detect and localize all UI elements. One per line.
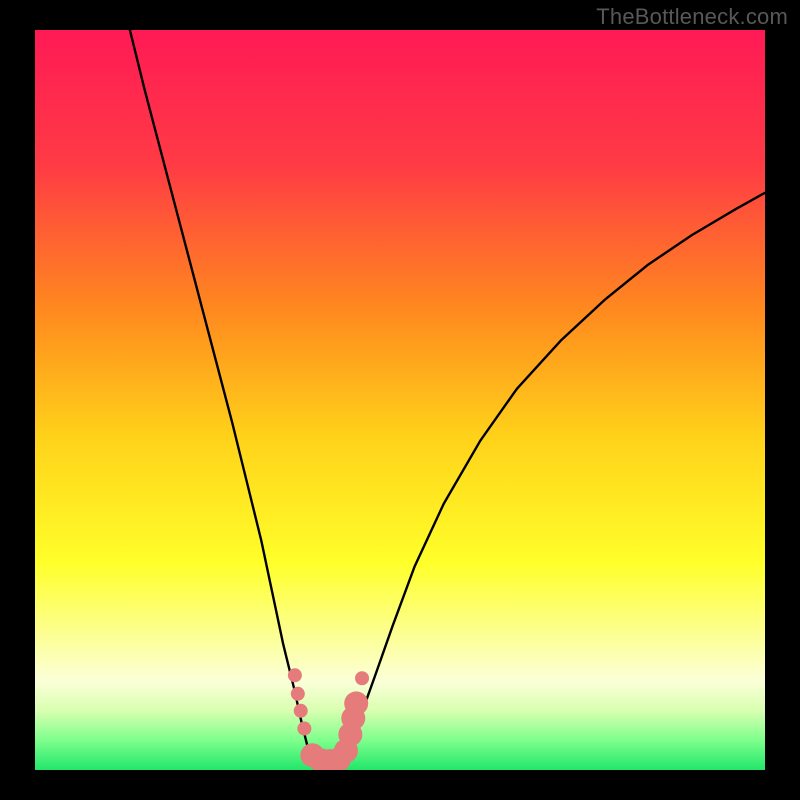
valley-marker <box>288 668 302 682</box>
valley-marker <box>291 687 305 701</box>
valley-marker <box>344 691 368 715</box>
gradient-background <box>35 30 765 770</box>
bottleneck-chart <box>35 30 765 770</box>
valley-marker <box>297 722 311 736</box>
plot-area <box>35 30 765 770</box>
chart-frame: TheBottleneck.com <box>0 0 800 800</box>
watermark-text: TheBottleneck.com <box>596 4 788 30</box>
valley-marker <box>355 671 369 685</box>
valley-marker <box>294 704 308 718</box>
